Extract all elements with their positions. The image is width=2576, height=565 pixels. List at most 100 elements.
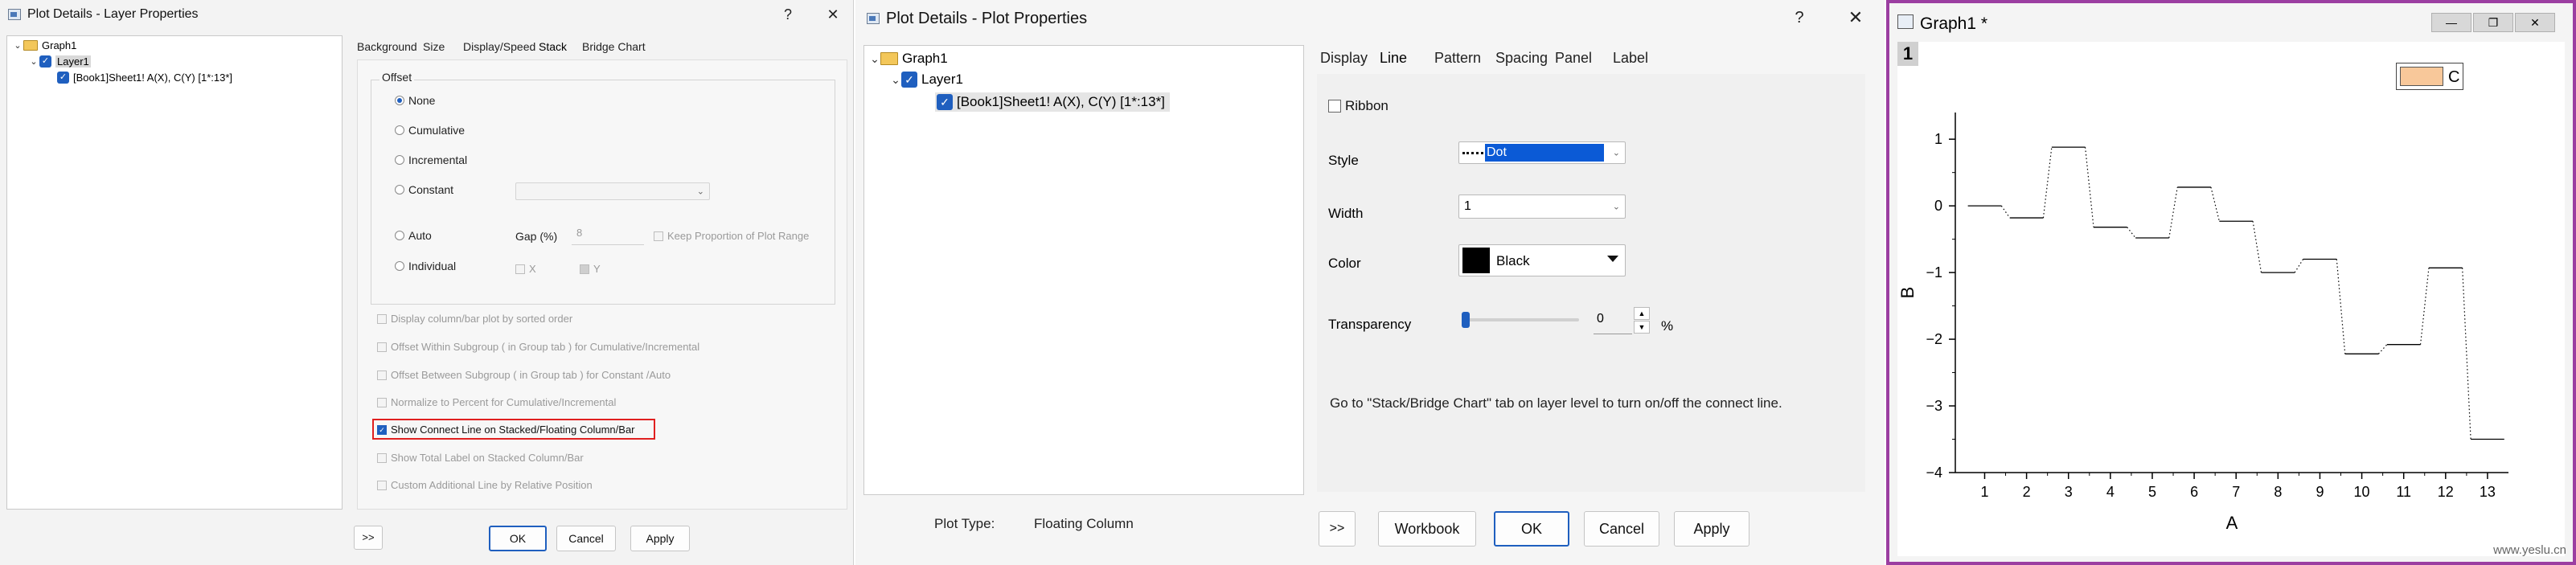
help-button[interactable]: ? — [773, 5, 802, 24]
constant-dropdown[interactable]: ⌄ — [515, 182, 710, 200]
checkbox-box[interactable] — [515, 264, 525, 274]
option-label: Display column/bar plot by sorted order — [391, 313, 573, 325]
chevron-down-icon[interactable]: ⌄ — [890, 73, 901, 87]
radio-none[interactable]: None — [395, 94, 435, 107]
radio-cumulative[interactable]: Cumulative — [395, 124, 465, 137]
tree-item-plot[interactable]: ✓ [Book1]Sheet1! A(X), C(Y) [1*:13*] — [935, 92, 1170, 112]
chevron-down-icon: ⌄ — [1612, 202, 1620, 212]
slider-thumb[interactable] — [1462, 312, 1470, 328]
apply-button[interactable]: Apply — [630, 526, 690, 551]
checkbox-box[interactable] — [377, 480, 387, 490]
checkbox-box[interactable] — [377, 370, 387, 380]
checkbox-box[interactable] — [580, 264, 589, 274]
radio-auto[interactable]: Auto — [395, 229, 432, 242]
chevron-down-icon: ⌄ — [696, 186, 704, 197]
radio-indicator[interactable] — [395, 96, 404, 105]
folder-icon — [23, 40, 38, 51]
more-button[interactable]: >> — [1319, 511, 1356, 547]
tree-item-graph[interactable]: ⌄ Graph1 — [869, 51, 948, 67]
checkbox-box[interactable] — [377, 342, 387, 352]
y-checkbox[interactable]: Y — [580, 263, 601, 275]
spin-up-button[interactable]: ▲ — [1634, 307, 1650, 320]
graph-title-bar[interactable]: Graph1 * — ❐ ✕ — [1889, 3, 2573, 42]
title-bar[interactable]: Plot Details - Plot Properties — [855, 0, 1885, 37]
tree-item-layer[interactable]: ⌄ ✓ Layer1 — [890, 72, 963, 88]
chevron-down-icon[interactable]: ⌄ — [12, 40, 23, 51]
checkbox-box[interactable] — [1328, 100, 1341, 113]
tree-item-plot[interactable]: ✓ [Book1]Sheet1! A(X), C(Y) [1*:13*] — [57, 72, 232, 84]
more-button[interactable]: >> — [354, 526, 383, 550]
tree-label-layer: Layer1 — [55, 55, 91, 68]
tab-label[interactable]: Label — [1613, 50, 1648, 67]
option-sorted-order[interactable]: Display column/bar plot by sorted order — [377, 313, 572, 325]
gap-input[interactable]: 8 — [572, 224, 644, 245]
option-show-connect-line[interactable]: ✓ Show Connect Line on Stacked/Floating C… — [377, 424, 635, 436]
minimize-button[interactable]: — — [2431, 13, 2471, 32]
radio-indicator[interactable] — [395, 261, 404, 271]
option-offset-within[interactable]: Offset Within Subgroup ( in Group tab ) … — [377, 341, 699, 353]
tab-background[interactable]: Background — [357, 40, 417, 53]
tab-pattern[interactable]: Pattern — [1434, 50, 1481, 67]
restore-button[interactable]: ❐ — [2473, 13, 2513, 32]
radio-indicator[interactable] — [395, 125, 404, 135]
radio-indicator[interactable] — [395, 185, 404, 194]
chevron-down-icon[interactable]: ⌄ — [869, 52, 880, 66]
radio-constant[interactable]: Constant — [395, 183, 453, 196]
tab-bridge-chart[interactable]: Bridge Chart — [582, 40, 646, 53]
radio-indicator[interactable] — [395, 231, 404, 240]
connect-line-11 — [2419, 268, 2430, 345]
chevron-down-icon[interactable]: ⌄ — [28, 56, 39, 67]
style-dropdown[interactable]: Dot ⌄ — [1458, 141, 1626, 164]
tab-stack[interactable]: Stack — [539, 40, 567, 53]
connect-line-12 — [2462, 268, 2471, 440]
checkbox-icon[interactable]: ✓ — [937, 94, 953, 110]
help-button[interactable]: ? — [1785, 8, 1814, 27]
tree-item-graph[interactable]: ⌄ Graph1 — [12, 39, 76, 51]
apply-button[interactable]: Apply — [1674, 511, 1749, 547]
checkbox-icon[interactable]: ✓ — [901, 72, 917, 88]
checkbox-box[interactable] — [377, 452, 387, 463]
checkbox-box[interactable] — [654, 231, 663, 241]
workbook-button[interactable]: Workbook — [1378, 511, 1476, 547]
checkbox-box[interactable] — [377, 397, 387, 407]
checkbox-checked[interactable]: ✓ — [377, 424, 387, 435]
x-checkbox[interactable]: X — [515, 263, 536, 275]
radio-incremental[interactable]: Incremental — [395, 154, 467, 166]
checkbox-icon[interactable]: ✓ — [57, 72, 69, 84]
width-dropdown[interactable]: 1 ⌄ — [1458, 194, 1626, 219]
radio-individual[interactable]: Individual — [395, 260, 456, 272]
tab-display-speed[interactable]: Display/Speed — [463, 40, 535, 53]
cancel-button[interactable]: Cancel — [1584, 511, 1659, 547]
option-label: Offset Between Subgroup ( in Group tab )… — [391, 369, 671, 381]
cancel-button[interactable]: Cancel — [556, 526, 616, 551]
keep-proportion-checkbox[interactable]: Keep Proportion of Plot Range — [654, 230, 809, 242]
ribbon-checkbox[interactable]: Ribbon — [1328, 98, 1388, 114]
ok-button[interactable]: OK — [1494, 511, 1569, 547]
tree-item-layer[interactable]: ⌄ ✓ Layer1 — [28, 55, 91, 68]
tab-line[interactable]: Line — [1380, 50, 1407, 67]
tab-spacing[interactable]: Spacing — [1495, 50, 1548, 67]
option-offset-between[interactable]: Offset Between Subgroup ( in Group tab )… — [377, 369, 671, 381]
close-button[interactable]: ✕ — [818, 5, 847, 24]
color-dropdown[interactable]: Black — [1458, 244, 1626, 276]
spin-down-button[interactable]: ▼ — [1634, 321, 1650, 334]
close-button[interactable]: ✕ — [2515, 13, 2555, 32]
tab-panel[interactable]: Panel — [1555, 50, 1592, 67]
graph-page[interactable]: 1 C 1 2 3 4 5 6 7 8 9 10 11 12 13 1 0 −1 −2 −3 −4 A B — [1897, 42, 2565, 556]
checkbox-icon[interactable]: ✓ — [39, 55, 51, 68]
transparency-spinbox[interactable]: 0 ▲ ▼ — [1594, 307, 1651, 334]
plot-type-label: Plot Type: — [934, 516, 995, 531]
radio-indicator[interactable] — [395, 155, 404, 165]
title-bar[interactable]: Plot Details - Layer Properties — [0, 0, 853, 29]
chart: 1 2 3 4 5 6 7 8 9 10 11 12 1310−1−2−3−4AB — [1897, 113, 2508, 533]
tab-display[interactable]: Display — [1320, 50, 1368, 67]
ok-button[interactable]: OK — [489, 526, 547, 551]
option-custom-line[interactable]: Custom Additional Line by Relative Posit… — [377, 479, 593, 491]
checkbox-box[interactable] — [377, 313, 387, 324]
close-button[interactable]: ✕ — [1841, 8, 1870, 27]
option-total-label[interactable]: Show Total Label on Stacked Column/Bar — [377, 452, 584, 464]
transparency-slider[interactable] — [1462, 312, 1579, 328]
x-label: X — [529, 263, 536, 275]
option-normalize[interactable]: Normalize to Percent for Cumulative/Incr… — [377, 396, 616, 408]
tab-size[interactable]: Size — [423, 40, 445, 53]
